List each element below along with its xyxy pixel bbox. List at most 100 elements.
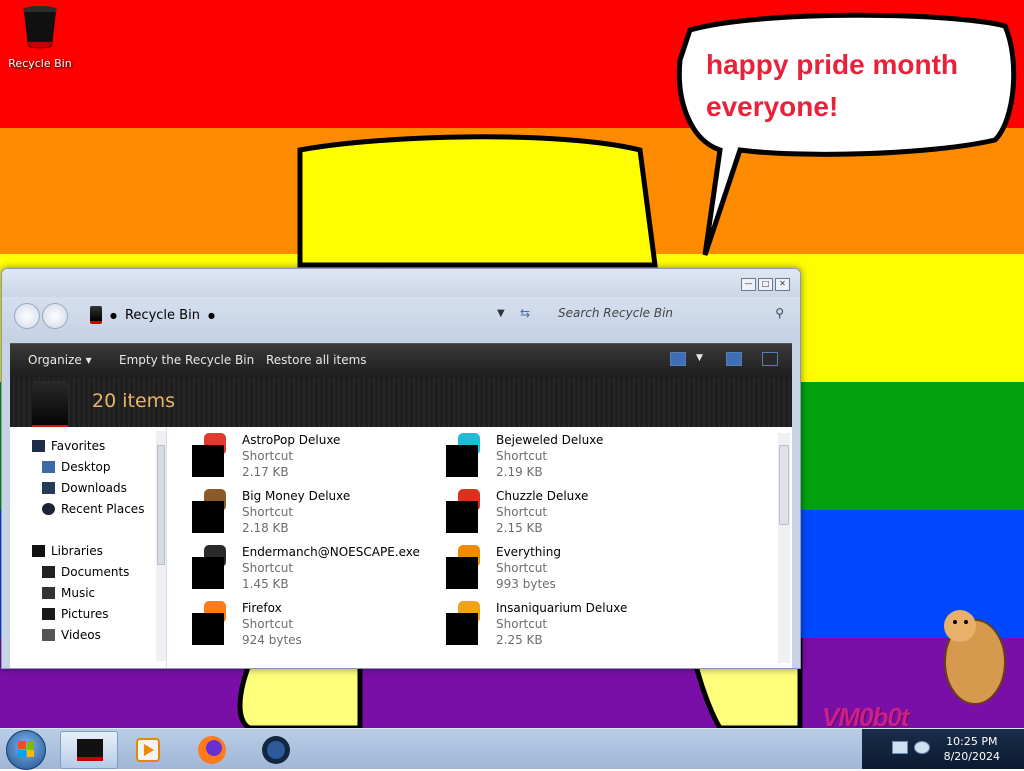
refresh-icon[interactable]: ⇆ bbox=[520, 306, 530, 320]
nav-libraries[interactable]: Libraries bbox=[32, 544, 103, 558]
taskbar-explorer-button[interactable] bbox=[60, 731, 118, 769]
taskbar-app-button[interactable] bbox=[248, 731, 304, 767]
forward-button[interactable] bbox=[42, 303, 68, 329]
shortcut-icon bbox=[446, 489, 480, 533]
shortcut-icon bbox=[446, 601, 480, 645]
network-icon[interactable] bbox=[892, 741, 908, 754]
address-row: ● Recycle Bin ● ▼ ⇆ Search Recycle Bin ⚲ bbox=[2, 297, 800, 343]
command-bar: Organize ▾ Empty the Recycle Bin Restore… bbox=[10, 343, 792, 378]
breadcrumb-label[interactable]: Recycle Bin bbox=[125, 308, 200, 323]
explorer-window[interactable]: — □ ✕ ● Recycle Bin ● ▼ ⇆ Search Recycle… bbox=[1, 268, 801, 669]
clock-time: 10:25 PM bbox=[946, 735, 998, 748]
music-icon bbox=[42, 587, 55, 599]
search-input[interactable]: Search Recycle Bin ⚲ bbox=[550, 301, 790, 325]
file-type: Shortcut bbox=[242, 561, 294, 575]
nav-downloads[interactable]: Downloads bbox=[42, 481, 127, 495]
file-size: 924 bytes bbox=[242, 633, 302, 647]
help-icon[interactable] bbox=[762, 352, 778, 366]
minimize-icon[interactable]: — bbox=[741, 278, 756, 291]
close-icon[interactable]: ✕ bbox=[775, 278, 790, 291]
file-type: Shortcut bbox=[496, 505, 548, 519]
file-list-scrollbar[interactable] bbox=[778, 433, 790, 663]
clock[interactable]: 10:25 PM 8/20/2024 bbox=[944, 734, 1000, 764]
taskbar: ▲ 10:25 PM 8/20/2024 bbox=[0, 728, 1024, 770]
file-item[interactable]: Firefox Shortcut 924 bytes bbox=[180, 597, 430, 651]
file-type: Shortcut bbox=[242, 617, 294, 631]
redacted-icon bbox=[192, 445, 224, 477]
shortcut-icon bbox=[192, 489, 226, 533]
file-type: Shortcut bbox=[242, 449, 294, 463]
desktop-icon-recycle-bin[interactable]: Recycle Bin bbox=[4, 4, 76, 70]
character-head bbox=[297, 134, 658, 268]
recycle-bin-small-icon bbox=[90, 306, 102, 324]
nav-desktop[interactable]: Desktop bbox=[42, 460, 111, 474]
back-button[interactable] bbox=[14, 303, 40, 329]
nav-scrollbar[interactable] bbox=[156, 431, 166, 661]
media-player-icon bbox=[136, 738, 160, 762]
file-list: AstroPop Deluxe Shortcut 2.17 KB Bejeweled … bbox=[180, 427, 780, 668]
view-options-icon[interactable] bbox=[670, 352, 686, 366]
nav-scrollbar-thumb[interactable] bbox=[157, 445, 165, 565]
videos-icon bbox=[42, 629, 55, 641]
file-item[interactable]: Endermanch@NOESCAPE.exe Shortcut 1.45 KB bbox=[180, 541, 430, 595]
breadcrumb[interactable]: ● Recycle Bin ● bbox=[90, 306, 215, 324]
taskbar-firefox-button[interactable] bbox=[184, 731, 240, 767]
redacted-icon bbox=[446, 501, 478, 533]
file-item[interactable]: Chuzzle Deluxe Shortcut 2.15 KB bbox=[434, 485, 684, 539]
restore-all-button[interactable]: Restore all items bbox=[266, 353, 367, 367]
file-type: Shortcut bbox=[496, 617, 548, 631]
address-dropdown-icon[interactable]: ▼ bbox=[497, 308, 505, 319]
empty-recycle-bin-button[interactable]: Empty the Recycle Bin bbox=[119, 353, 254, 367]
speech-bubble-text: happy pride month everyone! bbox=[706, 49, 958, 122]
folder-header: 20 items bbox=[10, 377, 792, 430]
file-size: 2.15 KB bbox=[496, 521, 543, 535]
navigation-pane: Favorites Desktop Downloads Recent Place… bbox=[10, 427, 167, 668]
clock-date: 8/20/2024 bbox=[943, 750, 1000, 763]
file-size: 1.45 KB bbox=[242, 577, 289, 591]
nav-recent-places[interactable]: Recent Places bbox=[42, 502, 144, 516]
file-list-scrollbar-thumb[interactable] bbox=[779, 445, 789, 525]
redacted-icon bbox=[446, 613, 478, 645]
shortcut-icon bbox=[192, 433, 226, 477]
file-name: Everything bbox=[496, 545, 561, 559]
file-item[interactable]: AstroPop Deluxe Shortcut 2.17 KB bbox=[180, 429, 430, 483]
globe-icon bbox=[262, 736, 290, 764]
preview-pane-icon[interactable] bbox=[726, 352, 742, 366]
chevron-right-icon[interactable]: ● bbox=[208, 311, 215, 320]
file-size: 993 bytes bbox=[496, 577, 556, 591]
file-item[interactable]: Everything Shortcut 993 bytes bbox=[434, 541, 684, 595]
redacted-icon bbox=[446, 557, 478, 589]
start-button[interactable] bbox=[6, 730, 46, 770]
recycle-bin-icon bbox=[23, 6, 57, 49]
title-bar[interactable]: — □ ✕ bbox=[2, 269, 800, 297]
file-size: 2.18 KB bbox=[242, 521, 289, 535]
shortcut-icon bbox=[192, 601, 226, 645]
shortcut-icon bbox=[192, 545, 226, 589]
organize-button[interactable]: Organize ▾ bbox=[28, 353, 92, 367]
file-item[interactable]: Insaniquarium Deluxe Shortcut 2.25 KB bbox=[434, 597, 684, 651]
nav-pictures[interactable]: Pictures bbox=[42, 607, 109, 621]
recycle-bin-taskbar-icon bbox=[77, 739, 103, 761]
nav-videos[interactable]: Videos bbox=[42, 628, 101, 642]
file-type: Shortcut bbox=[242, 505, 294, 519]
libraries-icon bbox=[32, 545, 45, 557]
file-item[interactable]: Big Money Deluxe Shortcut 2.18 KB bbox=[180, 485, 430, 539]
file-type: Shortcut bbox=[496, 561, 548, 575]
shortcut-icon bbox=[446, 545, 480, 589]
volume-icon[interactable] bbox=[914, 741, 930, 754]
nav-music[interactable]: Music bbox=[42, 586, 95, 600]
maximize-icon[interactable]: □ bbox=[758, 278, 773, 291]
file-name: Bejeweled Deluxe bbox=[496, 433, 604, 447]
view-dropdown-icon[interactable]: ▼ bbox=[696, 353, 703, 363]
taskbar-media-player-button[interactable] bbox=[120, 731, 176, 767]
redacted-icon bbox=[192, 557, 224, 589]
file-name: AstroPop Deluxe bbox=[242, 433, 341, 447]
nav-favorites[interactable]: Favorites bbox=[32, 439, 105, 453]
content-area: Favorites Desktop Downloads Recent Place… bbox=[10, 427, 792, 668]
search-icon[interactable]: ⚲ bbox=[775, 306, 784, 320]
system-tray: 10:25 PM 8/20/2024 bbox=[862, 729, 1024, 769]
file-size: 2.17 KB bbox=[242, 465, 289, 479]
nav-documents[interactable]: Documents bbox=[42, 565, 129, 579]
file-item[interactable]: Bejeweled Deluxe Shortcut 2.19 KB bbox=[434, 429, 684, 483]
chevron-right-icon[interactable]: ● bbox=[110, 311, 117, 320]
